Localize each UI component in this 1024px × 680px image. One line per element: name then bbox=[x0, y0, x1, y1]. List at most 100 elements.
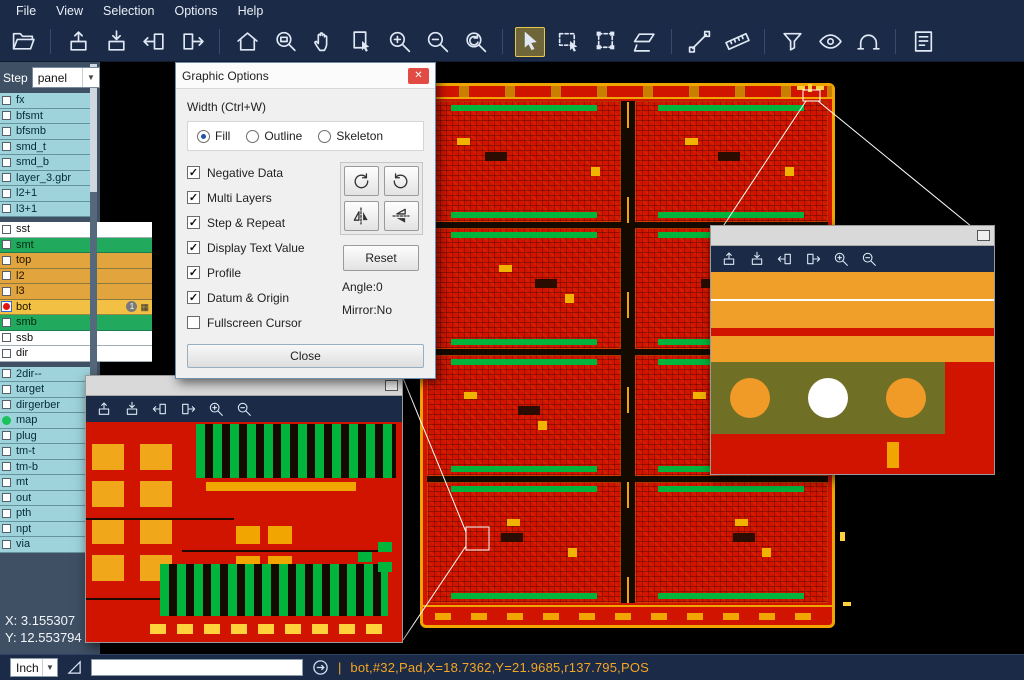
import-down-button[interactable] bbox=[124, 401, 140, 417]
import-up-button[interactable] bbox=[721, 251, 737, 267]
layer-visibility-checkbox[interactable] bbox=[0, 478, 13, 487]
layer-visibility-checkbox[interactable] bbox=[0, 189, 13, 198]
layer-row-l2[interactable]: l2 bbox=[0, 269, 152, 285]
layer-row-npt[interactable]: npt bbox=[0, 522, 90, 538]
chevron-down-icon[interactable]: ▼ bbox=[42, 659, 57, 676]
import-right-button[interactable] bbox=[177, 27, 207, 57]
layer-visibility-checkbox[interactable] bbox=[0, 349, 13, 358]
marquee-select-button[interactable] bbox=[553, 27, 583, 57]
window-restore-icon[interactable] bbox=[385, 380, 398, 391]
layer-row-layer_3.gbr[interactable]: layer_3.gbr bbox=[0, 171, 90, 187]
layer-visibility-checkbox[interactable] bbox=[0, 509, 13, 518]
radio-outline[interactable]: Outline bbox=[246, 129, 302, 143]
layer-visibility-checkbox[interactable] bbox=[0, 318, 13, 327]
zoom-in-button[interactable] bbox=[208, 401, 224, 417]
zoom-out-button[interactable] bbox=[861, 251, 877, 267]
home-button[interactable] bbox=[232, 27, 262, 57]
zoom-out-button[interactable] bbox=[422, 27, 452, 57]
zoom-in-button[interactable] bbox=[384, 27, 414, 57]
layer-row-via[interactable]: via bbox=[0, 537, 90, 553]
dialog-titlebar[interactable]: Graphic Options ✕ bbox=[176, 63, 435, 89]
magnifier-titlebar[interactable] bbox=[711, 226, 994, 246]
close-button[interactable]: Close bbox=[187, 344, 424, 368]
import-right-button[interactable] bbox=[805, 251, 821, 267]
option-fullscreen-cursor[interactable]: Fullscreen Cursor bbox=[187, 310, 338, 335]
layer-visibility-checkbox[interactable] bbox=[0, 127, 13, 136]
filter-button[interactable] bbox=[777, 27, 807, 57]
menu-selection[interactable]: Selection bbox=[93, 2, 164, 20]
report-button[interactable] bbox=[908, 27, 938, 57]
layer-visibility-checkbox[interactable] bbox=[0, 142, 13, 151]
transform-select-button[interactable] bbox=[591, 27, 621, 57]
skew-tool-button[interactable] bbox=[629, 27, 659, 57]
option-step-repeat[interactable]: ✓Step & Repeat bbox=[187, 210, 338, 235]
import-left-button[interactable] bbox=[139, 27, 169, 57]
zoom-out-button[interactable] bbox=[236, 401, 252, 417]
reset-button[interactable]: Reset bbox=[343, 245, 419, 271]
arc-measure-button[interactable] bbox=[853, 27, 883, 57]
ruler-button[interactable] bbox=[722, 27, 752, 57]
magnifier-titlebar[interactable] bbox=[86, 376, 402, 396]
layer-visibility-checkbox[interactable] bbox=[0, 447, 13, 456]
layer-row-ssb[interactable]: ssb bbox=[0, 331, 152, 347]
layer-row-smt[interactable]: smt bbox=[0, 238, 152, 254]
close-icon[interactable]: ✕ bbox=[408, 68, 429, 84]
layer-visibility-checkbox[interactable] bbox=[0, 301, 13, 312]
layer-visibility-checkbox[interactable] bbox=[0, 333, 13, 342]
layer-row-smd_t[interactable]: smd_t bbox=[0, 140, 90, 156]
layer-row-dir[interactable]: dir bbox=[0, 346, 152, 362]
layer-row-target[interactable]: target bbox=[0, 382, 90, 398]
layer-row-plug[interactable]: plug bbox=[0, 429, 90, 445]
mirror-vertical-button[interactable] bbox=[384, 201, 419, 231]
zoom-previous-button[interactable] bbox=[460, 27, 490, 57]
layer-row-pth[interactable]: pth bbox=[0, 506, 90, 522]
layer-row-l3[interactable]: l3 bbox=[0, 284, 152, 300]
layer-row-out[interactable]: out bbox=[0, 491, 90, 507]
radio-skeleton[interactable]: Skeleton bbox=[318, 129, 383, 143]
eye-button[interactable] bbox=[815, 27, 845, 57]
window-restore-icon[interactable] bbox=[977, 230, 990, 241]
apply-icon[interactable] bbox=[312, 659, 329, 676]
step-combo[interactable]: panel ▼ bbox=[32, 67, 100, 88]
select-page-button[interactable] bbox=[346, 27, 376, 57]
import-down-button[interactable] bbox=[749, 251, 765, 267]
line-tool-button[interactable] bbox=[684, 27, 714, 57]
layer-visibility-checkbox[interactable] bbox=[0, 400, 13, 409]
layer-row-dirgerber[interactable]: dirgerber bbox=[0, 398, 90, 414]
layer-row-l3+1[interactable]: l3+1 bbox=[0, 202, 90, 218]
layer-row-tm-b[interactable]: tm-b bbox=[0, 460, 90, 476]
layer-row-smd_b[interactable]: smd_b bbox=[0, 155, 90, 171]
zoom-window-button[interactable] bbox=[270, 27, 300, 57]
layer-row-bot[interactable]: bot1▦ bbox=[0, 300, 152, 316]
layer-row-smb[interactable]: smb bbox=[0, 315, 152, 331]
menu-options[interactable]: Options bbox=[164, 2, 227, 20]
layer-row-sst[interactable]: sst bbox=[0, 222, 152, 238]
rotate-cw-button[interactable] bbox=[344, 166, 379, 196]
layer-visibility-checkbox[interactable] bbox=[0, 416, 13, 425]
magnifier-view[interactable] bbox=[711, 272, 994, 474]
radio-fill[interactable]: Fill bbox=[197, 129, 230, 143]
layer-row-map[interactable]: map bbox=[0, 413, 90, 429]
import-down-button[interactable] bbox=[101, 27, 131, 57]
option-datum-origin[interactable]: ✓Datum & Origin bbox=[187, 285, 338, 310]
layer-row-2dir--[interactable]: 2dir-- bbox=[0, 367, 90, 383]
menu-help[interactable]: Help bbox=[228, 2, 274, 20]
layer-visibility-checkbox[interactable] bbox=[0, 256, 13, 265]
unit-combo[interactable]: Inch ▼ bbox=[10, 658, 58, 677]
layer-visibility-checkbox[interactable] bbox=[0, 271, 13, 280]
import-left-button[interactable] bbox=[152, 401, 168, 417]
layer-visibility-checkbox[interactable] bbox=[0, 385, 13, 394]
chevron-down-icon[interactable]: ▼ bbox=[82, 68, 99, 87]
menu-file[interactable]: File bbox=[6, 2, 46, 20]
mirror-horizontal-button[interactable] bbox=[344, 201, 379, 231]
layer-visibility-checkbox[interactable] bbox=[0, 524, 13, 533]
rotate-ccw-button[interactable] bbox=[384, 166, 419, 196]
import-up-button[interactable] bbox=[96, 401, 112, 417]
layer-visibility-checkbox[interactable] bbox=[0, 431, 13, 440]
option-display-text-value[interactable]: ✓Display Text Value bbox=[187, 235, 338, 260]
layer-visibility-checkbox[interactable] bbox=[0, 173, 13, 182]
zoom-in-button[interactable] bbox=[833, 251, 849, 267]
import-up-button[interactable] bbox=[63, 27, 93, 57]
option-negative-data[interactable]: ✓Negative Data bbox=[187, 160, 338, 185]
layer-visibility-checkbox[interactable] bbox=[0, 111, 13, 120]
